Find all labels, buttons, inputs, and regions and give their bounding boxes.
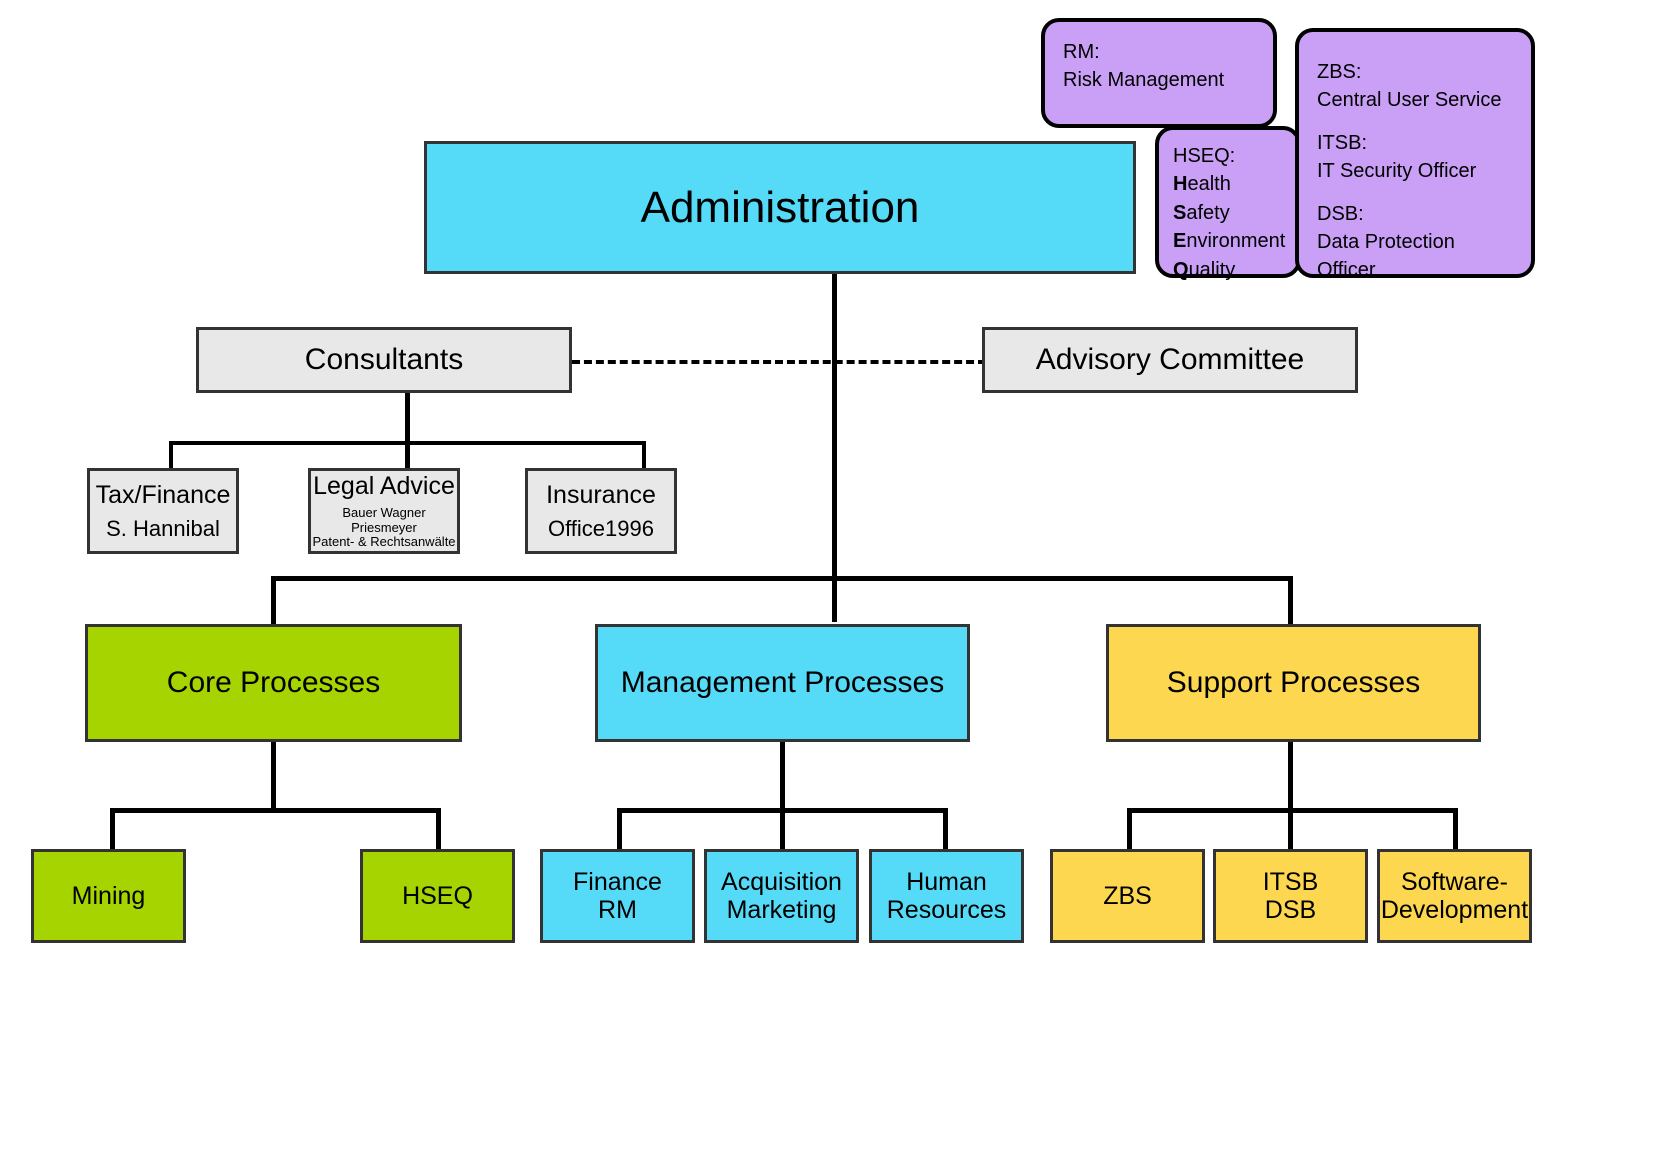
node-advisory-committee[interactable]: Advisory Committee <box>982 327 1358 393</box>
node-tax-finance-detail: S. Hannibal <box>106 515 220 541</box>
node-advisory-committee-label: Advisory Committee <box>1035 343 1305 377</box>
node-itsb-dsb-line2: DSB <box>1264 896 1317 924</box>
node-itsb-dsb[interactable]: ITSB DSB <box>1213 849 1368 943</box>
connector-hseq-drop <box>436 808 441 850</box>
connector-legaladvice-drop <box>405 441 410 470</box>
node-hseq-label: HSEQ <box>402 882 473 910</box>
legend-hseq-safety-initial: S <box>1173 201 1187 224</box>
node-software-development-line2: Development <box>1380 896 1529 924</box>
node-insurance-label: Insurance <box>546 480 656 509</box>
node-administration[interactable]: Administration <box>424 141 1136 274</box>
legend-hseq-health-rest: ealth <box>1187 173 1231 196</box>
node-acquisition-marketing-line2: Marketing <box>726 896 837 924</box>
node-hseq[interactable]: HSEQ <box>360 849 515 943</box>
node-support-processes[interactable]: Support Processes <box>1106 624 1481 742</box>
node-acquisition-marketing[interactable]: Acquisition Marketing <box>704 849 859 943</box>
node-human-resources-line1: Human <box>906 868 987 896</box>
org-chart-canvas: RM: Risk Management HSEQ: Health Safety … <box>0 0 1654 1169</box>
node-legal-advice-firm: Bauer Wagner Priesmeyer <box>342 505 426 535</box>
node-human-resources[interactable]: Human Resources <box>869 849 1024 943</box>
connector-core-stem <box>271 741 276 811</box>
legend-hseq-environment: Environment <box>1173 227 1286 255</box>
node-administration-label: Administration <box>640 182 920 232</box>
connector-consultants-advisory-dashed <box>572 360 986 364</box>
node-management-processes-label: Management Processes <box>620 666 945 700</box>
connector-consultants-stem <box>405 393 410 443</box>
connector-zbs-drop <box>1127 808 1132 850</box>
node-software-development[interactable]: Software- Development <box>1377 849 1532 943</box>
node-software-development-line1: Software- <box>1401 868 1508 896</box>
legend-rm: RM: Risk Management <box>1041 18 1277 128</box>
legend-zbs-desc: Central User Service <box>1317 89 1502 112</box>
legend-zbs-term: ZBS: <box>1317 61 1362 83</box>
connector-core-bus <box>110 808 440 813</box>
connector-hr-drop <box>943 808 948 850</box>
node-consultants[interactable]: Consultants <box>196 327 572 393</box>
legend-hseq-environment-initial: E <box>1173 230 1187 253</box>
legend-dsb-term: DSB: <box>1317 202 1364 225</box>
node-acquisition-marketing-line1: Acquisition <box>721 868 842 896</box>
connector-management-stem <box>780 741 785 811</box>
legend-hseq-health: Health <box>1173 170 1283 198</box>
node-zbs-line1: ZBS <box>1103 882 1152 910</box>
node-itsb-dsb-line1: ITSB <box>1262 868 1319 896</box>
node-mining[interactable]: Mining <box>31 849 186 943</box>
node-management-processes[interactable]: Management Processes <box>595 624 970 742</box>
legend-itsb-desc: IT Security Officer <box>1317 160 1477 183</box>
connector-itsb-drop <box>1288 808 1293 850</box>
node-finance-rm[interactable]: Finance RM <box>540 849 695 943</box>
node-finance-rm-line2: RM <box>598 896 637 924</box>
node-legal-advice-label: Legal Advice <box>313 472 455 501</box>
node-human-resources-line2: Resources <box>886 896 1007 924</box>
legend-hseq-environment-rest: nvironment <box>1186 230 1286 253</box>
node-core-processes[interactable]: Core Processes <box>85 624 462 742</box>
connector-support-stem <box>1288 741 1293 811</box>
connector-taxfinance-drop <box>169 441 173 470</box>
legend-hseq-term: HSEQ: <box>1173 145 1236 167</box>
legend-rm-term: RM: <box>1063 41 1100 63</box>
node-consultants-label: Consultants <box>304 343 464 377</box>
connector-mining-drop <box>110 808 115 850</box>
legend-spacer-2 <box>1317 186 1513 200</box>
connector-finance-drop <box>617 808 622 850</box>
legend-hseq-quality-initial: Q <box>1173 258 1189 281</box>
node-legal-advice-firm-type: Patent- & Rechtsanwälte <box>312 534 456 550</box>
legend-hseq-safety-rest: afety <box>1186 201 1230 224</box>
node-tax-finance[interactable]: Tax/Finance S. Hannibal <box>87 468 239 554</box>
legend-hseq-quality-rest: uality <box>1188 258 1236 281</box>
connector-process-bus <box>271 576 1293 581</box>
node-tax-finance-label: Tax/Finance <box>95 480 231 509</box>
connector-admin-trunk <box>832 274 837 622</box>
node-legal-advice[interactable]: Legal Advice Bauer Wagner Priesmeyer Pat… <box>308 468 460 554</box>
connector-acquisition-drop <box>780 808 785 850</box>
node-support-processes-label: Support Processes <box>1166 666 1421 700</box>
node-insurance-detail: Office1996 <box>547 515 654 541</box>
legend-rm-desc: Risk Management <box>1063 69 1225 92</box>
connector-support-drop <box>1288 576 1293 625</box>
connector-core-drop <box>271 576 276 625</box>
legend-hseq-health-initial: H <box>1173 173 1188 196</box>
node-zbs[interactable]: ZBS <box>1050 849 1205 943</box>
connector-insurance-drop <box>642 441 646 470</box>
legend-itsb-term: ITSB: <box>1317 131 1368 154</box>
legend-dsb-desc: Data Protection Officer <box>1317 230 1455 282</box>
legend-hseq: HSEQ: Health Safety Environment Quality <box>1155 126 1301 281</box>
legend-it-roles: ZBS: Central User Service ITSB: IT Secur… <box>1295 28 1535 281</box>
legend-hseq-safety: Safety <box>1173 199 1283 227</box>
legend-spacer-1 <box>1317 115 1513 129</box>
node-insurance[interactable]: Insurance Office1996 <box>525 468 677 554</box>
connector-softwaredev-drop <box>1453 808 1458 850</box>
node-mining-label: Mining <box>71 882 146 910</box>
node-finance-rm-line1: Finance <box>573 868 662 896</box>
node-core-processes-label: Core Processes <box>166 666 381 700</box>
legend-hseq-quality: Quality <box>1173 256 1283 284</box>
